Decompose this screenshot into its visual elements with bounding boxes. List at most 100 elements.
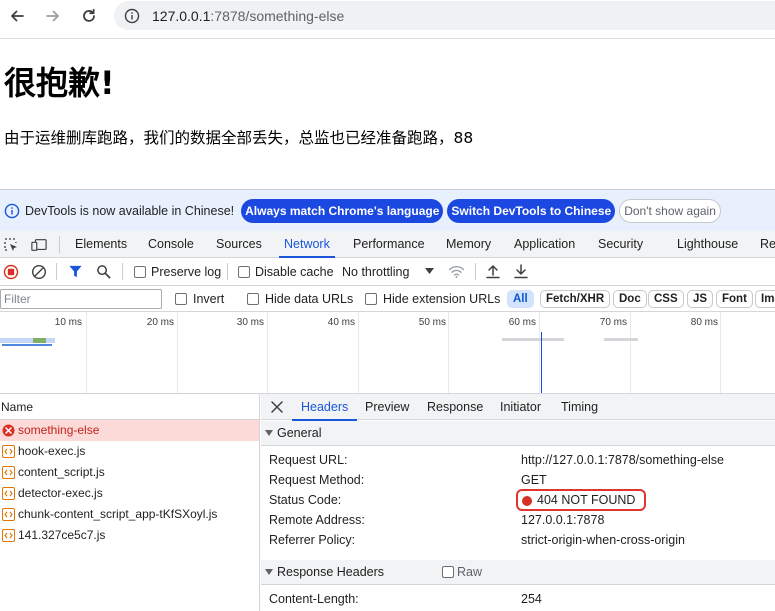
details-tabbar: Headers Preview Response Initiator Timin…: [261, 394, 775, 421]
tab-memory[interactable]: Memory: [446, 231, 491, 257]
header-value: http://127.0.0.1:7878/something-else: [521, 453, 724, 467]
tab-headers[interactable]: Headers: [291, 394, 358, 421]
network-overview-timeline[interactable]: 10 ms 20 ms 30 ms 40 ms 50 ms 60 ms 70 m…: [0, 312, 775, 394]
request-row[interactable]: detector-exec.js: [0, 483, 259, 504]
address-bar[interactable]: 127.0.0.1:7878/something-else: [114, 1, 775, 30]
tab-preview[interactable]: Preview: [365, 394, 409, 420]
devtools-language-infobar: DevTools is now available in Chinese! Al…: [0, 190, 775, 231]
tab-security[interactable]: Security: [598, 231, 643, 257]
invert-label: Invert: [193, 292, 225, 306]
filter-type-fetch-xhr[interactable]: Fetch/XHR: [540, 290, 611, 308]
filter-icon[interactable]: [68, 264, 83, 279]
request-row-error[interactable]: something-else: [0, 420, 259, 441]
filter-type-img[interactable]: Img: [755, 290, 775, 308]
hide-extension-urls-checkbox[interactable]: [365, 293, 377, 305]
forward-button[interactable]: [42, 5, 64, 27]
disable-cache-checkbox[interactable]: [238, 266, 250, 278]
tab-lighthouse[interactable]: Lighthouse: [677, 231, 738, 257]
raw-checkbox[interactable]: [442, 566, 454, 578]
header-value: GET: [521, 473, 547, 487]
tab-response[interactable]: Response: [427, 394, 483, 420]
tab-application[interactable]: Application: [514, 231, 575, 257]
tab-elements[interactable]: Elements: [75, 231, 127, 257]
filter-type-js[interactable]: JS: [687, 290, 714, 308]
name-column-header[interactable]: Name: [0, 394, 259, 420]
switch-chinese-button[interactable]: Switch DevTools to Chinese: [447, 198, 616, 223]
export-har-icon[interactable]: [514, 264, 528, 279]
timeline-tick: 60 ms: [508, 317, 536, 328]
infobar-message: DevTools is now available in Chinese!: [25, 203, 235, 218]
request-name: 141.327ce5c7.js: [18, 528, 106, 542]
arrow-left-icon: [11, 10, 24, 22]
response-headers-section-header[interactable]: Response Headers Raw: [261, 560, 775, 585]
request-name: something-else: [18, 423, 100, 437]
header-row-referrer-policy: Referrer Policy: strict-origin-when-cros…: [269, 530, 775, 550]
throttling-select[interactable]: No throttling: [342, 265, 409, 279]
chevron-down-icon[interactable]: [425, 268, 434, 275]
network-conditions-icon[interactable]: [448, 264, 465, 279]
request-row[interactable]: hook-exec.js: [0, 441, 259, 462]
timeline-grid-line: [720, 312, 721, 393]
info-icon: [4, 203, 20, 218]
request-row[interactable]: 141.327ce5c7.js: [0, 525, 259, 546]
toolbar-divider: [0, 38, 775, 39]
header-key: Content-Length:: [269, 592, 359, 606]
waterfall-bar: [33, 338, 46, 343]
request-name: chunk-content_script_app-tKfSXoyl.js: [18, 507, 218, 521]
timeline-tick: 50 ms: [418, 317, 446, 328]
header-key: Referrer Policy:: [269, 533, 356, 547]
request-name: hook-exec.js: [18, 444, 86, 458]
invert-checkbox[interactable]: [175, 293, 187, 305]
request-row[interactable]: content_script.js: [0, 462, 259, 483]
timeline-grid-line: [539, 312, 540, 393]
timeline-grid-line: [86, 312, 87, 393]
url-host: 127.0.0.1: [152, 7, 211, 24]
script-file-icon: [2, 529, 15, 542]
script-file-icon: [2, 445, 15, 458]
inspect-element-icon[interactable]: [3, 237, 19, 253]
network-toolbar: Preserve log Disable cache No throttling: [0, 258, 775, 286]
toolbar-divider: [122, 263, 123, 280]
timeline-grid-line: [630, 312, 631, 393]
record-stop-icon[interactable]: [3, 264, 19, 280]
reload-button[interactable]: [78, 5, 100, 27]
waterfall-bar: [2, 344, 52, 346]
status-error-dot-icon: [522, 496, 532, 506]
hide-data-urls-checkbox[interactable]: [247, 293, 259, 305]
network-filter-bar: Invert Hide data URLs Hide extension URL…: [0, 286, 775, 312]
tab-timing[interactable]: Timing: [561, 394, 598, 420]
site-info-icon[interactable]: [123, 7, 141, 25]
back-button[interactable]: [6, 5, 28, 27]
filter-type-doc[interactable]: Doc: [613, 290, 647, 308]
tab-recorder[interactable]: Re: [760, 231, 775, 257]
tab-network[interactable]: Network: [279, 231, 335, 258]
tab-sources[interactable]: Sources: [216, 231, 262, 257]
request-details-panel: Headers Preview Response Initiator Timin…: [261, 394, 775, 611]
tab-console[interactable]: Console: [148, 231, 194, 257]
header-row-status-code: Status Code: 404 NOT FOUND: [269, 489, 775, 511]
reload-icon: [83, 8, 95, 22]
clear-icon[interactable]: [31, 264, 47, 280]
tab-performance[interactable]: Performance: [353, 231, 425, 257]
device-toolbar-icon[interactable]: [31, 237, 47, 253]
filter-type-css[interactable]: CSS: [648, 290, 684, 308]
import-har-icon[interactable]: [486, 264, 500, 279]
toolbar-divider: [56, 263, 57, 280]
preserve-log-checkbox[interactable]: [134, 266, 146, 278]
dont-show-again-button[interactable]: Don't show again: [619, 198, 721, 223]
general-section-header[interactable]: General: [261, 421, 775, 446]
filter-type-font[interactable]: Font: [716, 290, 753, 308]
filter-type-all[interactable]: All: [507, 290, 534, 308]
close-icon[interactable]: [270, 400, 284, 414]
error-icon: [2, 424, 15, 437]
url-path: :7878/something-else: [210, 7, 345, 24]
header-value: 127.0.0.1:7878: [521, 513, 605, 527]
match-language-button[interactable]: Always match Chrome's language: [241, 198, 444, 223]
request-row[interactable]: chunk-content_script_app-tKfSXoyl.js: [0, 504, 259, 525]
search-icon[interactable]: [96, 264, 111, 279]
filter-input[interactable]: [0, 289, 162, 309]
waterfall-bar: [604, 338, 638, 341]
tab-initiator[interactable]: Initiator: [500, 394, 541, 420]
header-row-request-method: Request Method: GET: [269, 470, 775, 490]
status-code-value: 404 NOT FOUND: [537, 493, 636, 507]
